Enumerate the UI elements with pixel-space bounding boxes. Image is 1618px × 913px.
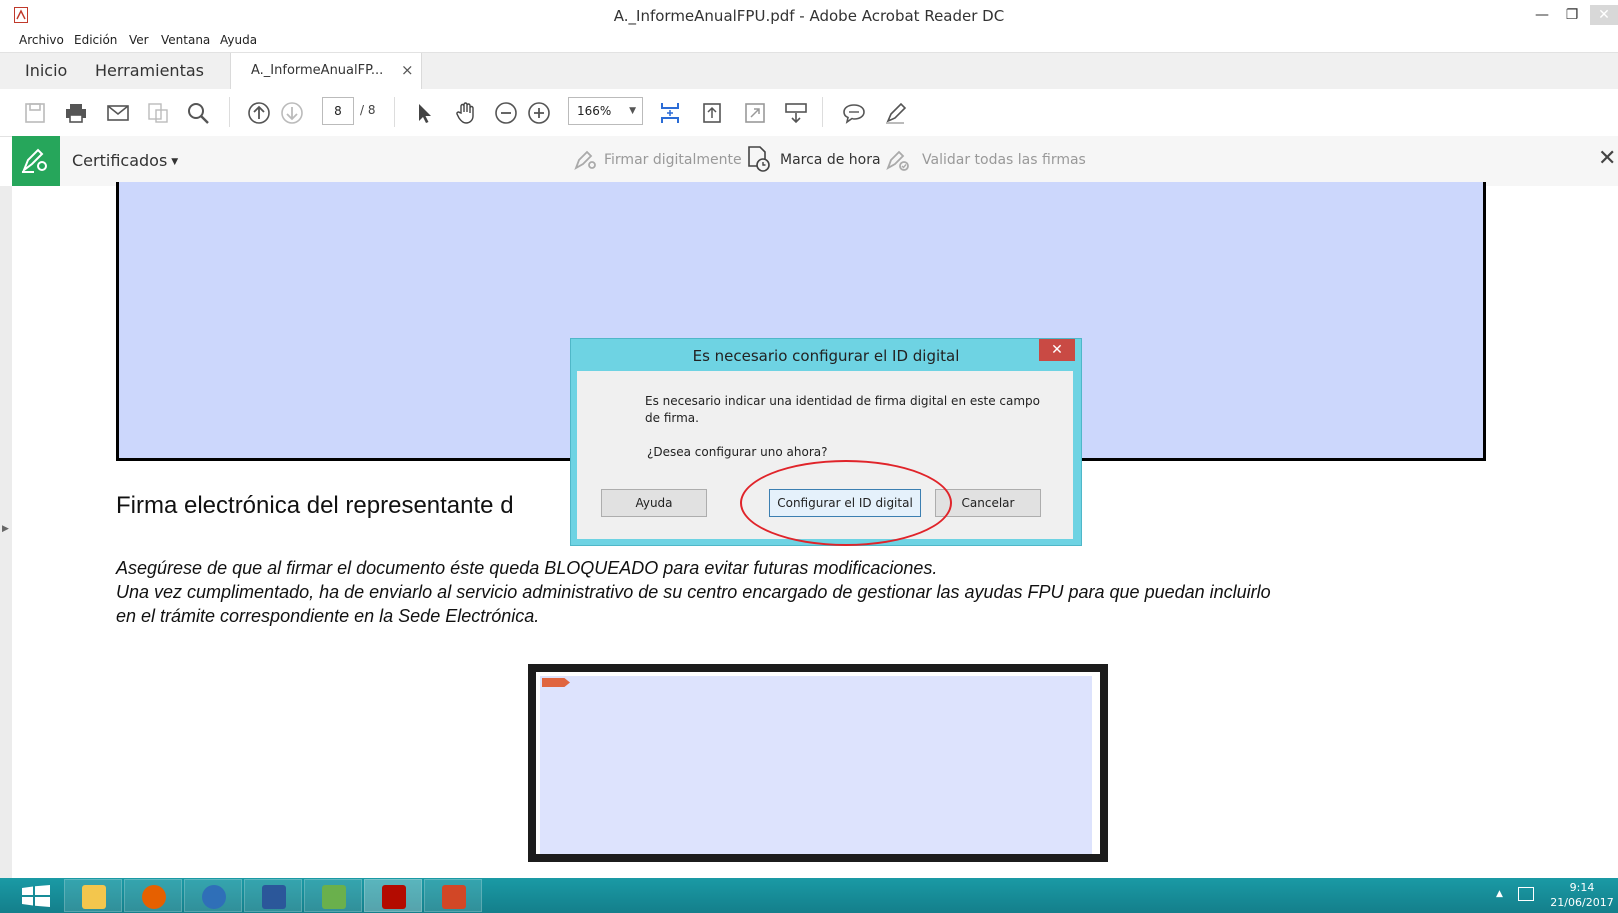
chevron-down-icon: ▼ (171, 156, 179, 167)
taskbar-clock[interactable]: 9:14 21/06/2017 (1546, 880, 1618, 910)
zoom-out-icon[interactable] (494, 101, 518, 125)
page-number-input[interactable]: 8 (322, 97, 354, 125)
previous-page-icon[interactable] (247, 101, 271, 125)
menu-ver[interactable]: Ver (129, 33, 149, 47)
certificates-toolbar: Certificados ▼ Firmar digitalmente Marca … (12, 136, 1618, 187)
signature-field-area[interactable] (540, 676, 1092, 854)
tab-close-button[interactable]: × (401, 61, 414, 79)
toolbar-separator (394, 97, 395, 127)
powerpoint-icon (442, 885, 466, 909)
firefox-taskbar-button[interactable] (124, 879, 182, 912)
signature-flag-icon (542, 678, 570, 687)
menu-edicion[interactable]: Edición (74, 33, 117, 47)
menu-ventana[interactable]: Ventana (161, 33, 210, 47)
search-icon[interactable] (186, 101, 210, 125)
certificates-title: Certificados (72, 151, 168, 170)
sign-pen-icon (574, 150, 596, 171)
title-bar: A._InformeAnualFPU.pdf - Adobe Acrobat R… (0, 0, 1618, 31)
dialog-message: Es necesario indicar una identidad de fi… (645, 394, 1040, 425)
zoom-level-select[interactable]: 166% ▼ (568, 97, 643, 125)
paragraph-line-1: Asegúrese de que al firmar el documento … (116, 558, 938, 578)
minimize-button[interactable]: — (1528, 5, 1556, 25)
navigation-pane-rail: ▶ (0, 186, 12, 878)
zoom-level-value: 166% (577, 104, 612, 118)
export-icon[interactable] (146, 101, 170, 125)
validate-all-signatures-button[interactable]: Validar todas las firmas (922, 152, 1086, 168)
windows-start-icon[interactable] (22, 885, 50, 907)
clock-time: 9:14 (1569, 881, 1595, 894)
tab-bar: Inicio Herramientas A._InformeAnualFP...… (0, 52, 1618, 90)
dialog-close-button[interactable]: ✕ (1039, 339, 1075, 361)
close-icon[interactable]: ✕ (1598, 146, 1616, 171)
certificates-tool-icon[interactable] (12, 136, 60, 186)
word-icon (262, 885, 286, 909)
timestamp-document-icon (748, 146, 770, 172)
signature-field-representative[interactable] (528, 664, 1108, 862)
zoom-in-icon[interactable] (527, 101, 551, 125)
fit-page-icon[interactable] (658, 101, 682, 125)
menu-ayuda[interactable]: Ayuda (220, 33, 257, 47)
show-hidden-icons-icon[interactable]: ▲ (1496, 889, 1503, 899)
main-toolbar: 8 / 8 166% ▼ (0, 89, 1618, 137)
thunderbird-taskbar-button[interactable] (184, 879, 242, 912)
acrobat-icon (382, 885, 406, 909)
validate-signatures-icon (886, 150, 909, 171)
sign-digitally-button[interactable]: Firmar digitalmente (604, 152, 742, 168)
rotate-view-icon[interactable] (700, 101, 724, 125)
folder-icon (82, 885, 106, 909)
menu-bar: Archivo Edición Ver Ventana Ayuda (0, 31, 1618, 51)
menu-archivo[interactable]: Archivo (19, 33, 64, 47)
tray-mail-icon[interactable] (1518, 887, 1534, 901)
firefox-icon (142, 885, 166, 909)
highlight-pen-icon[interactable] (884, 101, 908, 125)
comment-icon[interactable] (842, 101, 866, 125)
tab-home[interactable]: Inicio (25, 61, 67, 80)
maximize-button[interactable]: ❐ (1558, 5, 1586, 25)
tab-tools[interactable]: Herramientas (95, 61, 204, 80)
page-total: / 8 (360, 103, 376, 117)
leaf-app-icon (322, 885, 346, 909)
hand-tool-icon[interactable] (454, 101, 478, 125)
read-mode-icon[interactable] (784, 101, 808, 125)
certificates-menu[interactable]: Certificados ▼ (72, 151, 178, 170)
app-taskbar-button[interactable] (304, 879, 362, 912)
annotation-highlight-ellipse (740, 460, 952, 546)
window-title: A._InformeAnualFPU.pdf - Adobe Acrobat R… (613, 7, 1005, 25)
chevron-down-icon: ▼ (629, 106, 636, 116)
save-icon[interactable] (23, 101, 47, 125)
clock-date: 21/06/2017 (1550, 896, 1614, 909)
close-window-button[interactable]: ✕ (1590, 5, 1618, 25)
tab-document-label: A._InformeAnualFP... (251, 63, 384, 78)
fullscreen-icon[interactable] (743, 101, 767, 125)
select-cursor-icon[interactable] (413, 101, 437, 125)
word-taskbar-button[interactable] (244, 879, 302, 912)
help-button[interactable]: Ayuda (601, 489, 707, 517)
next-page-icon[interactable] (280, 101, 304, 125)
file-explorer-taskbar-button[interactable] (64, 879, 122, 912)
toolbar-separator (229, 97, 230, 127)
section-heading: Firma electrónica del representante d (116, 492, 514, 519)
tab-document[interactable]: A._InformeAnualFP... × (230, 53, 422, 89)
powerpoint-taskbar-button[interactable] (424, 879, 482, 912)
acrobat-taskbar-button[interactable] (364, 879, 422, 912)
email-icon[interactable] (106, 101, 130, 125)
dialog-question: ¿Desea configurar uno ahora? (647, 445, 828, 459)
dialog-title: Es necesario configurar el ID digital (692, 347, 960, 365)
toolbar-separator (822, 97, 823, 127)
expand-pane-icon[interactable]: ▶ (2, 524, 9, 534)
thunderbird-icon (202, 885, 226, 909)
timestamp-button[interactable]: Marca de hora (780, 152, 881, 168)
paragraph-line-3: en el trámite correspondiente en la Sede… (116, 606, 540, 626)
paragraph-line-2: Una vez cumplimentado, ha de enviarlo al… (116, 582, 1271, 602)
windows-taskbar: ▲ 9:14 21/06/2017 (0, 878, 1618, 913)
print-icon[interactable] (64, 101, 88, 125)
